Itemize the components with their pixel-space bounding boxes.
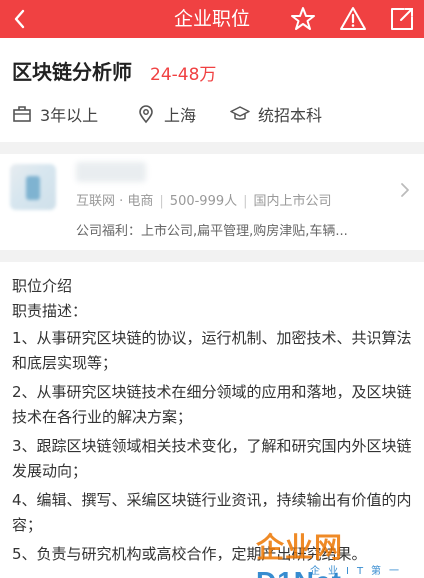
- watermark-tagline: 企业IT第一门户: [310, 566, 408, 577]
- duty-item: 3、跟踪区块链领域相关技术变化，了解和研究国内外区块链发展动向；: [12, 437, 412, 480]
- experience-requirement: 3年以上: [12, 102, 98, 126]
- city-requirement: 上海: [136, 102, 196, 126]
- company-name-blurred: [76, 162, 146, 182]
- duty-item: 1、从事研究区块链的协议，运行机制、加密技术、共识算法和底层实现等；: [12, 329, 412, 372]
- watermark: 企业网D1Net 企业IT第一门户: [250, 526, 420, 578]
- section-divider: [0, 250, 424, 262]
- company-logo: [10, 164, 56, 210]
- company-benefits: 公司福利：上市公司,扁平管理,购房津贴,车辆...: [76, 224, 348, 239]
- company-size: 500-999人: [169, 194, 238, 209]
- top-nav-bar: 企业职位: [0, 0, 424, 38]
- briefcase-icon: [13, 106, 31, 122]
- job-title: 区块链分析师: [12, 60, 132, 84]
- job-salary: 24-48万: [150, 65, 217, 85]
- warning-icon: [340, 7, 366, 30]
- city-text: 上海: [164, 106, 197, 125]
- share-icon: [391, 8, 413, 30]
- report-button[interactable]: [339, 5, 367, 33]
- experience-text: 3年以上: [40, 106, 99, 125]
- job-description: 职位介绍 职责描述： 1、从事研究区块链的协议，运行机制、加密技术、共识算法和底…: [12, 274, 414, 567]
- favorite-button[interactable]: [289, 5, 317, 33]
- education-requirement: 统招本科: [230, 102, 322, 126]
- duties-heading: 职责描述：: [12, 302, 88, 320]
- company-industry: 互联网 · 电商: [76, 194, 154, 209]
- company-info: 互联网 · 电商 | 500-999人 | 国内上市公司: [76, 194, 332, 209]
- education-text: 统招本科: [258, 106, 323, 125]
- star-icon: [291, 7, 315, 30]
- graduation-cap-icon: [230, 106, 250, 120]
- company-stage: 国内上市公司: [253, 194, 332, 209]
- description-heading: 职位介绍: [12, 277, 73, 295]
- section-divider: [0, 142, 424, 154]
- company-card[interactable]: 互联网 · 电商 | 500-999人 | 国内上市公司 公司福利：上市公司,扁平管理,…: [0, 154, 424, 250]
- chevron-right-icon: [400, 182, 410, 203]
- location-pin-icon: [139, 105, 153, 124]
- share-button[interactable]: [388, 5, 416, 33]
- duty-item: 2、从事研究区块链技术在细分领域的应用和落地，及区块链技术在各行业的解决方案；: [12, 383, 412, 426]
